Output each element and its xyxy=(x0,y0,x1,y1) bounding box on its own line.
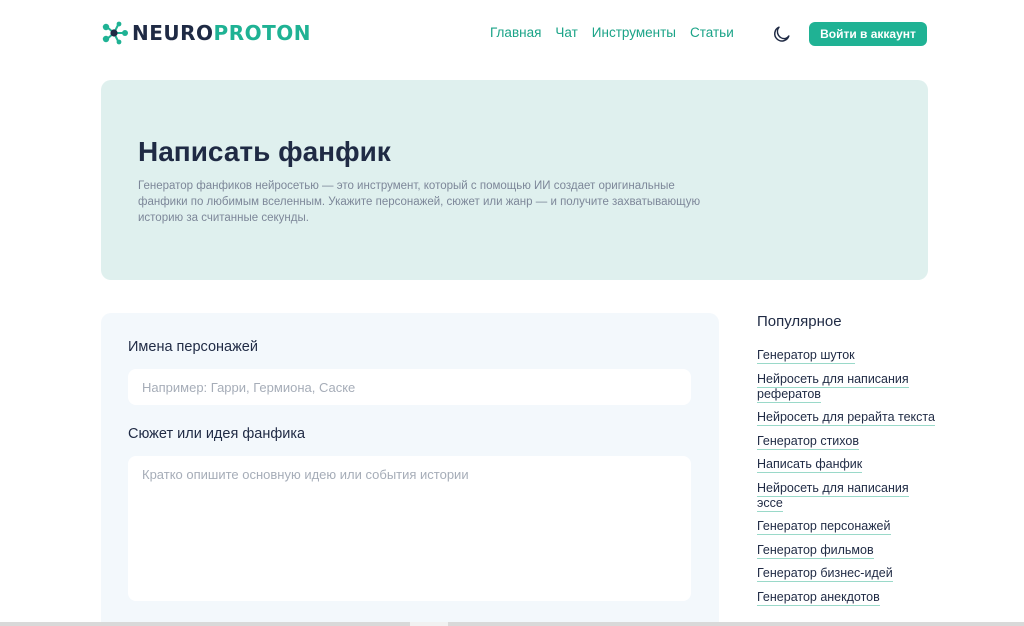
nav-tools[interactable]: Инструменты xyxy=(592,24,676,42)
horizontal-scrollbar[interactable] xyxy=(0,622,1024,626)
page-title: Написать фанфик xyxy=(138,136,391,167)
logo-text-neuro: NEURO xyxy=(132,21,214,45)
sidebar-item-movies[interactable]: Генератор фильмов xyxy=(757,542,937,559)
sidebar-item-poems[interactable]: Генератор стихов xyxy=(757,433,937,450)
sidebar-title: Популярное xyxy=(757,313,842,330)
site-header: NEUROPROTON Главная Чат Инструменты Стат… xyxy=(0,0,1024,66)
sidebar-item-label: Нейросеть для написания рефератов xyxy=(757,371,909,403)
sidebar-item-essays-ref[interactable]: Нейросеть для написания рефератов xyxy=(757,371,937,403)
main-nav: Главная Чат Инструменты Статьи xyxy=(490,24,748,42)
sidebar-item-rewrite[interactable]: Нейросеть для рерайта текста xyxy=(757,410,937,426)
sidebar-item-label: Генератор анекдотов xyxy=(757,589,880,606)
page: NEUROPROTON Главная Чат Инструменты Стат… xyxy=(0,0,1024,626)
sidebar-item-label: Генератор шуток xyxy=(757,348,855,364)
logo[interactable]: NEUROPROTON xyxy=(101,20,311,46)
sidebar-item-label: Генератор фильмов xyxy=(757,542,874,559)
sidebar-item-label: Нейросеть для написания эссе xyxy=(757,480,909,512)
sidebar-item-fanfic[interactable]: Написать фанфик xyxy=(757,457,937,473)
nav-home[interactable]: Главная xyxy=(490,24,541,42)
sidebar-item-label: Написать фанфик xyxy=(757,457,863,473)
moon-icon[interactable] xyxy=(772,24,792,44)
sidebar-item-label: Генератор персонажей xyxy=(757,519,891,535)
sidebar-item-essay[interactable]: Нейросеть для написания эссе xyxy=(757,480,937,512)
sidebar-item-anecdotes[interactable]: Генератор анекдотов xyxy=(757,589,937,606)
plot-textarea[interactable] xyxy=(128,456,691,601)
page-description: Генератор фанфиков нейросетью — это инст… xyxy=(138,180,701,224)
nav-chat[interactable]: Чат xyxy=(555,24,577,42)
login-button[interactable]: Войти в аккаунт xyxy=(809,22,927,46)
popular-sidebar: Популярное Генератор шуток Нейросеть для… xyxy=(757,313,937,613)
sidebar-item-label: Генератор бизнес-идей xyxy=(757,566,893,582)
sidebar-item-label: Нейросеть для рерайта текста xyxy=(757,410,935,426)
sidebar-item-jokes[interactable]: Генератор шуток xyxy=(757,348,937,364)
plot-label: Сюжет или идея фанфика xyxy=(128,426,306,442)
sidebar-item-label: Генератор стихов xyxy=(757,433,859,450)
logo-text: NEUROPROTON xyxy=(132,21,311,45)
scrollbar-thumb[interactable] xyxy=(410,622,448,626)
logo-molecule-icon xyxy=(102,21,128,45)
characters-input[interactable] xyxy=(128,369,691,405)
logo-text-proton: PROTON xyxy=(213,21,311,45)
nav-articles[interactable]: Статьи xyxy=(690,24,734,42)
sidebar-item-business[interactable]: Генератор бизнес-идей xyxy=(757,566,937,582)
characters-label: Имена персонажей xyxy=(128,339,258,355)
fanfic-form: Имена персонажей Сюжет или идея фанфика xyxy=(101,313,719,626)
sidebar-item-characters[interactable]: Генератор персонажей xyxy=(757,519,937,535)
hero-banner: Написать фанфик Генератор фанфиков нейро… xyxy=(101,80,928,280)
